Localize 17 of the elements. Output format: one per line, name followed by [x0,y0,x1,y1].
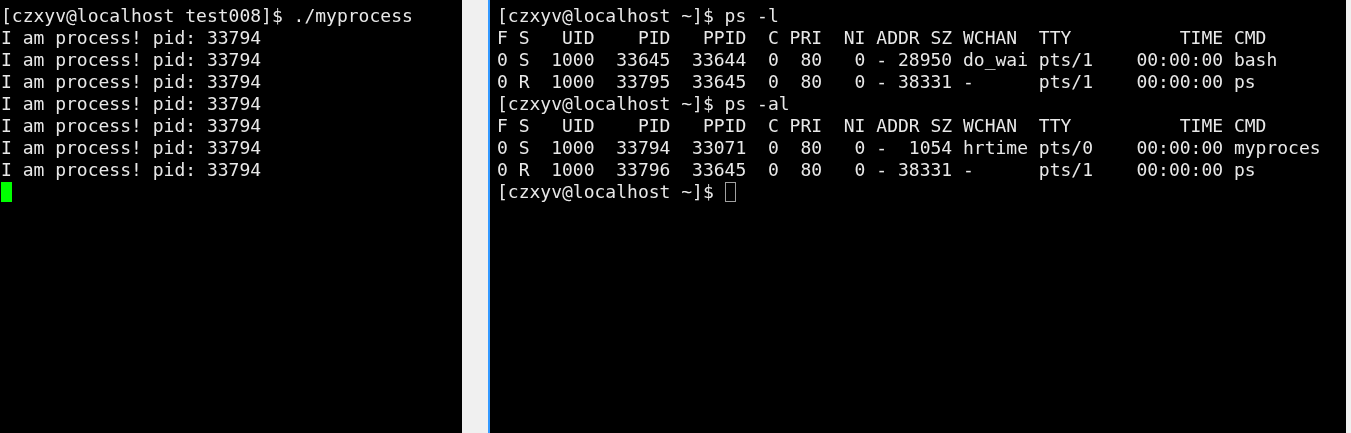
terminal-line: [czxyv@localhost test008]$ ./myprocess [1,5,413,27]
terminal-line: F S UID PID PPID C PRI NI ADDR SZ WCHAN TTY TIME CMD [497,115,1267,137]
terminal-line: 0 R 1000 33795 33645 0 80 0 - 38331 - pts/1 00:00:00 ps [497,71,1256,93]
terminal-line: F S UID PID PPID C PRI NI ADDR SZ WCHAN TTY TIME CMD [497,27,1267,49]
terminal-line: I am process! pid: 33794 [1,115,262,137]
terminal-line: [czxyv@localhost ~]$ ps -l [497,5,779,27]
terminal-line: I am process! pid: 33794 [1,49,262,71]
terminal-line: 0 S 1000 33645 33644 0 80 0 - 28950 do_wai pts/1 00:00:00 bash [497,49,1278,71]
terminal-line: [czxyv@localhost ~]$ ps -al [497,93,790,115]
terminal-line: I am process! pid: 33794 [1,159,262,181]
terminal-line: I am process! pid: 33794 [1,27,262,49]
terminal-line: I am process! pid: 33794 [1,93,262,115]
terminal-line: 0 S 1000 33794 33071 0 80 0 - 1054 hrtime pts/0 00:00:00 myproces [497,137,1321,159]
terminal-line: [czxyv@localhost ~]$ [497,181,715,203]
terminal-line: 0 R 1000 33796 33645 0 80 0 - 38331 - pts/1 00:00:00 ps [497,159,1256,181]
terminal-line: I am process! pid: 33794 [1,137,262,159]
terminal-line: I am process! pid: 33794 [1,71,262,93]
